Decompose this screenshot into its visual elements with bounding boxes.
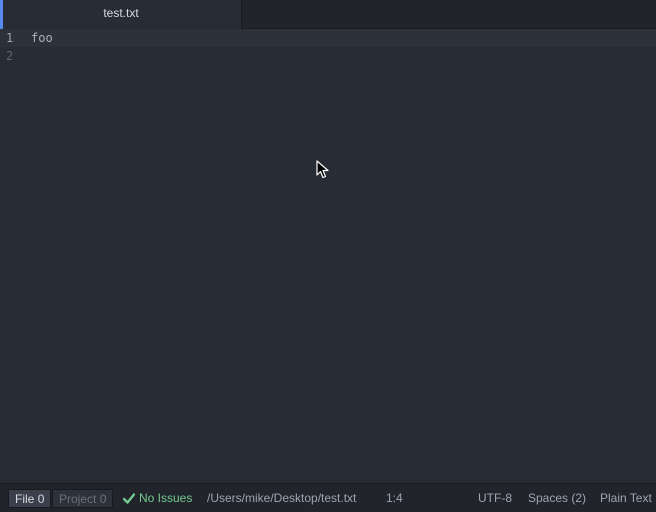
text-editor[interactable]: 1 foo 2 bbox=[0, 29, 656, 482]
project-issues-toggle[interactable]: Project 0 bbox=[52, 489, 114, 508]
file-count: 0 bbox=[37, 492, 45, 506]
tab-bar: test.txt bbox=[0, 0, 656, 29]
file-issues-toggle[interactable]: File 0 bbox=[8, 489, 52, 508]
editor-window: test.txt 1 foo 2 File 0 Project 0 No Iss… bbox=[0, 0, 656, 512]
tab-title: test.txt bbox=[103, 6, 139, 20]
issues-label: No Issues bbox=[139, 491, 193, 505]
mouse-pointer-icon bbox=[316, 160, 329, 179]
cursor-position[interactable]: 1:4 bbox=[386, 489, 403, 508]
linter-status[interactable]: No Issues bbox=[122, 489, 193, 508]
line-text[interactable]: foo bbox=[31, 29, 53, 47]
project-count: 0 bbox=[99, 492, 107, 506]
tab-test-txt[interactable]: test.txt bbox=[0, 0, 242, 29]
checkmark-icon bbox=[122, 493, 136, 504]
line-number: 1 bbox=[6, 31, 14, 45]
indentation-selector[interactable]: Spaces (2) bbox=[528, 489, 586, 508]
editor-line[interactable]: 1 foo bbox=[0, 29, 656, 47]
editor-line[interactable]: 2 bbox=[0, 47, 656, 65]
status-bar: File 0 Project 0 No Issues /Users/mike/D… bbox=[0, 483, 656, 512]
line-number: 2 bbox=[6, 49, 14, 63]
encoding-selector[interactable]: UTF-8 bbox=[478, 489, 512, 508]
grammar-selector[interactable]: Plain Text bbox=[600, 489, 652, 508]
file-path[interactable]: /Users/mike/Desktop/test.txt bbox=[207, 489, 356, 508]
file-label: File bbox=[15, 492, 35, 506]
project-label: Project bbox=[59, 492, 97, 506]
